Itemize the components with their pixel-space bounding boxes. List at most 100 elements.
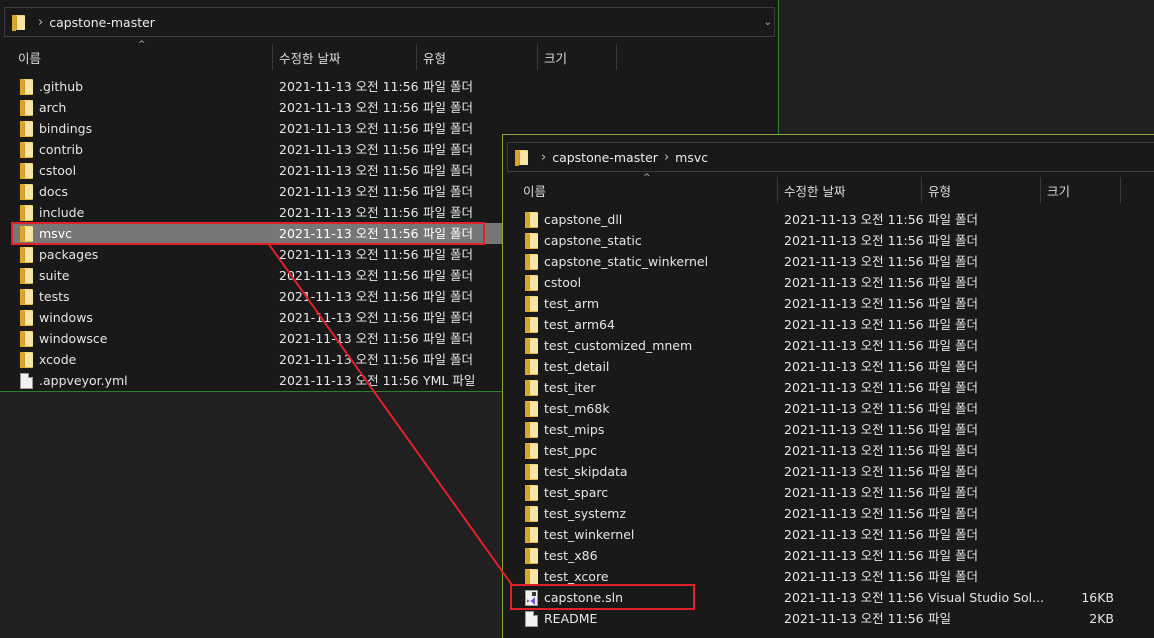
column-header-size[interactable]: 크기 bbox=[1041, 177, 1121, 203]
file-icon bbox=[525, 611, 538, 627]
file-type: 파일 폴더 bbox=[928, 527, 978, 542]
chevron-right-icon[interactable]: › bbox=[541, 150, 546, 165]
file-type: 파일 폴더 bbox=[423, 289, 473, 304]
list-item[interactable]: test_xcore 2021-11-13 오전 11:56 파일 폴더 bbox=[503, 566, 1154, 587]
folder-icon bbox=[525, 527, 538, 543]
file-date: 2021-11-13 오전 11:56 bbox=[279, 373, 419, 388]
file-date: 2021-11-13 오전 11:56 bbox=[784, 527, 924, 542]
list-item[interactable]: .github 2021-11-13 오전 11:56 파일 폴더 bbox=[0, 76, 778, 97]
folder-icon bbox=[525, 275, 538, 291]
breadcrumb-capstone-master[interactable]: capstone-master bbox=[552, 150, 658, 165]
chevron-right-icon[interactable]: › bbox=[664, 150, 669, 165]
file-date: 2021-11-13 오전 11:56 bbox=[784, 359, 924, 374]
file-date: 2021-11-13 오전 11:56 bbox=[279, 142, 419, 157]
file-date: 2021-11-13 오전 11:56 bbox=[784, 401, 924, 416]
visual-studio-solution-icon bbox=[525, 590, 538, 606]
breadcrumb-capstone-master[interactable]: capstone-master bbox=[49, 15, 155, 30]
file-date: 2021-11-13 오전 11:56 bbox=[279, 268, 419, 283]
column-header-date[interactable]: 수정한 날짜 bbox=[778, 177, 922, 203]
list-item[interactable]: test_sparc 2021-11-13 오전 11:56 파일 폴더 bbox=[503, 482, 1154, 503]
list-item[interactable]: capstone.sln 2021-11-13 오전 11:56 Visual St… bbox=[503, 587, 1154, 608]
column-header-name[interactable]: ^ 이름 bbox=[503, 173, 778, 203]
file-name: .appveyor.yml bbox=[39, 373, 128, 388]
folder-icon bbox=[525, 464, 538, 480]
list-item[interactable]: arch 2021-11-13 오전 11:56 파일 폴더 bbox=[0, 97, 778, 118]
folder-icon bbox=[525, 359, 538, 375]
address-bar[interactable]: › capstone-master ⌄ bbox=[4, 7, 775, 37]
folder-icon bbox=[525, 506, 538, 522]
file-name: packages bbox=[39, 247, 99, 262]
chevron-down-icon[interactable]: ⌄ bbox=[764, 17, 772, 28]
folder-icon bbox=[20, 289, 33, 305]
file-list: capstone_dll 2021-11-13 오전 11:56 파일 폴더 caps… bbox=[503, 209, 1154, 629]
file-date: 2021-11-13 오전 11:56 bbox=[279, 121, 419, 136]
list-item[interactable]: test_iter 2021-11-13 오전 11:56 파일 폴더 bbox=[503, 377, 1154, 398]
list-item[interactable]: capstone_static 2021-11-13 오전 11:56 파일 폴더 bbox=[503, 230, 1154, 251]
folder-icon bbox=[525, 212, 538, 228]
file-type: 파일 폴더 bbox=[423, 310, 473, 325]
folder-icon bbox=[515, 149, 528, 166]
list-item[interactable]: test_detail 2021-11-13 오전 11:56 파일 폴더 bbox=[503, 356, 1154, 377]
file-name: test_skipdata bbox=[544, 464, 628, 479]
list-item[interactable]: cstool 2021-11-13 오전 11:56 파일 폴더 bbox=[503, 272, 1154, 293]
file-name: capstone.sln bbox=[544, 590, 624, 605]
file-type: 파일 폴더 bbox=[928, 254, 978, 269]
column-header-size[interactable]: 크기 bbox=[538, 44, 617, 70]
folder-icon bbox=[525, 569, 538, 585]
list-item[interactable]: test_mips 2021-11-13 오전 11:56 파일 폴더 bbox=[503, 419, 1154, 440]
file-type: 파일 폴더 bbox=[423, 184, 473, 199]
file-name: cstool bbox=[544, 275, 582, 290]
column-header-date[interactable]: 수정한 날짜 bbox=[273, 44, 417, 70]
folder-icon bbox=[525, 254, 538, 270]
list-item[interactable]: test_winkernel 2021-11-13 오전 11:56 파일 폴더 bbox=[503, 524, 1154, 545]
folder-icon bbox=[525, 380, 538, 396]
list-item[interactable]: test_skipdata 2021-11-13 오전 11:56 파일 폴더 bbox=[503, 461, 1154, 482]
list-item[interactable]: test_arm 2021-11-13 오전 11:56 파일 폴더 bbox=[503, 293, 1154, 314]
file-date: 2021-11-13 오전 11:56 bbox=[784, 464, 924, 479]
sort-ascending-icon: ^ bbox=[138, 40, 146, 50]
address-bar[interactable]: › capstone-master › msvc bbox=[507, 142, 1154, 172]
list-item[interactable]: test_arm64 2021-11-13 오전 11:56 파일 폴더 bbox=[503, 314, 1154, 335]
list-item[interactable]: test_systemz 2021-11-13 오전 11:56 파일 폴더 bbox=[503, 503, 1154, 524]
chevron-right-icon[interactable]: › bbox=[38, 15, 43, 30]
column-header-type[interactable]: 유형 bbox=[417, 44, 538, 70]
file-date: 2021-11-13 오전 11:56 bbox=[784, 569, 924, 584]
file-name: README bbox=[544, 611, 598, 626]
folder-icon bbox=[20, 163, 33, 179]
file-type: 파일 폴더 bbox=[928, 380, 978, 395]
file-type: 파일 폴더 bbox=[423, 79, 473, 94]
list-item[interactable]: README 2021-11-13 오전 11:56 파일 2KB bbox=[503, 608, 1154, 629]
file-type: 파일 폴더 bbox=[423, 163, 473, 178]
file-name: include bbox=[39, 205, 85, 220]
column-header-type[interactable]: 유형 bbox=[922, 177, 1041, 203]
file-date: 2021-11-13 오전 11:56 bbox=[784, 317, 924, 332]
folder-icon bbox=[20, 310, 33, 326]
folder-icon bbox=[20, 79, 33, 95]
file-date: 2021-11-13 오전 11:56 bbox=[784, 233, 924, 248]
file-name: test_mips bbox=[544, 422, 605, 437]
file-type: 파일 폴더 bbox=[928, 506, 978, 521]
file-type: 파일 폴더 bbox=[928, 485, 978, 500]
file-date: 2021-11-13 오전 11:56 bbox=[784, 338, 924, 353]
list-item[interactable]: capstone_static_winkernel 2021-11-13 오전 1… bbox=[503, 251, 1154, 272]
file-name: test_arm64 bbox=[544, 317, 615, 332]
folder-icon bbox=[20, 352, 33, 368]
list-item[interactable]: capstone_dll 2021-11-13 오전 11:56 파일 폴더 bbox=[503, 209, 1154, 230]
explorer-window-msvc: › capstone-master › msvc ^ 이름 수정한 날짜 유형 … bbox=[502, 134, 1154, 638]
list-item[interactable]: test_m68k 2021-11-13 오전 11:56 파일 폴더 bbox=[503, 398, 1154, 419]
list-item[interactable]: test_customized_mnem 2021-11-13 오전 11:56 파… bbox=[503, 335, 1154, 356]
file-date: 2021-11-13 오전 11:56 bbox=[784, 590, 924, 605]
file-name: windowsce bbox=[39, 331, 108, 346]
list-item[interactable]: test_x86 2021-11-13 오전 11:56 파일 폴더 bbox=[503, 545, 1154, 566]
file-name: docs bbox=[39, 184, 68, 199]
file-type: 파일 bbox=[928, 611, 952, 626]
folder-icon bbox=[20, 268, 33, 284]
file-type: 파일 폴더 bbox=[423, 268, 473, 283]
file-type: 파일 폴더 bbox=[928, 569, 978, 584]
file-type: 파일 폴더 bbox=[928, 296, 978, 311]
breadcrumb-msvc[interactable]: msvc bbox=[675, 150, 708, 165]
list-item[interactable]: test_ppc 2021-11-13 오전 11:56 파일 폴더 bbox=[503, 440, 1154, 461]
file-name: suite bbox=[39, 268, 70, 283]
folder-icon bbox=[525, 485, 538, 501]
column-header-name[interactable]: ^ 이름 bbox=[0, 40, 273, 70]
